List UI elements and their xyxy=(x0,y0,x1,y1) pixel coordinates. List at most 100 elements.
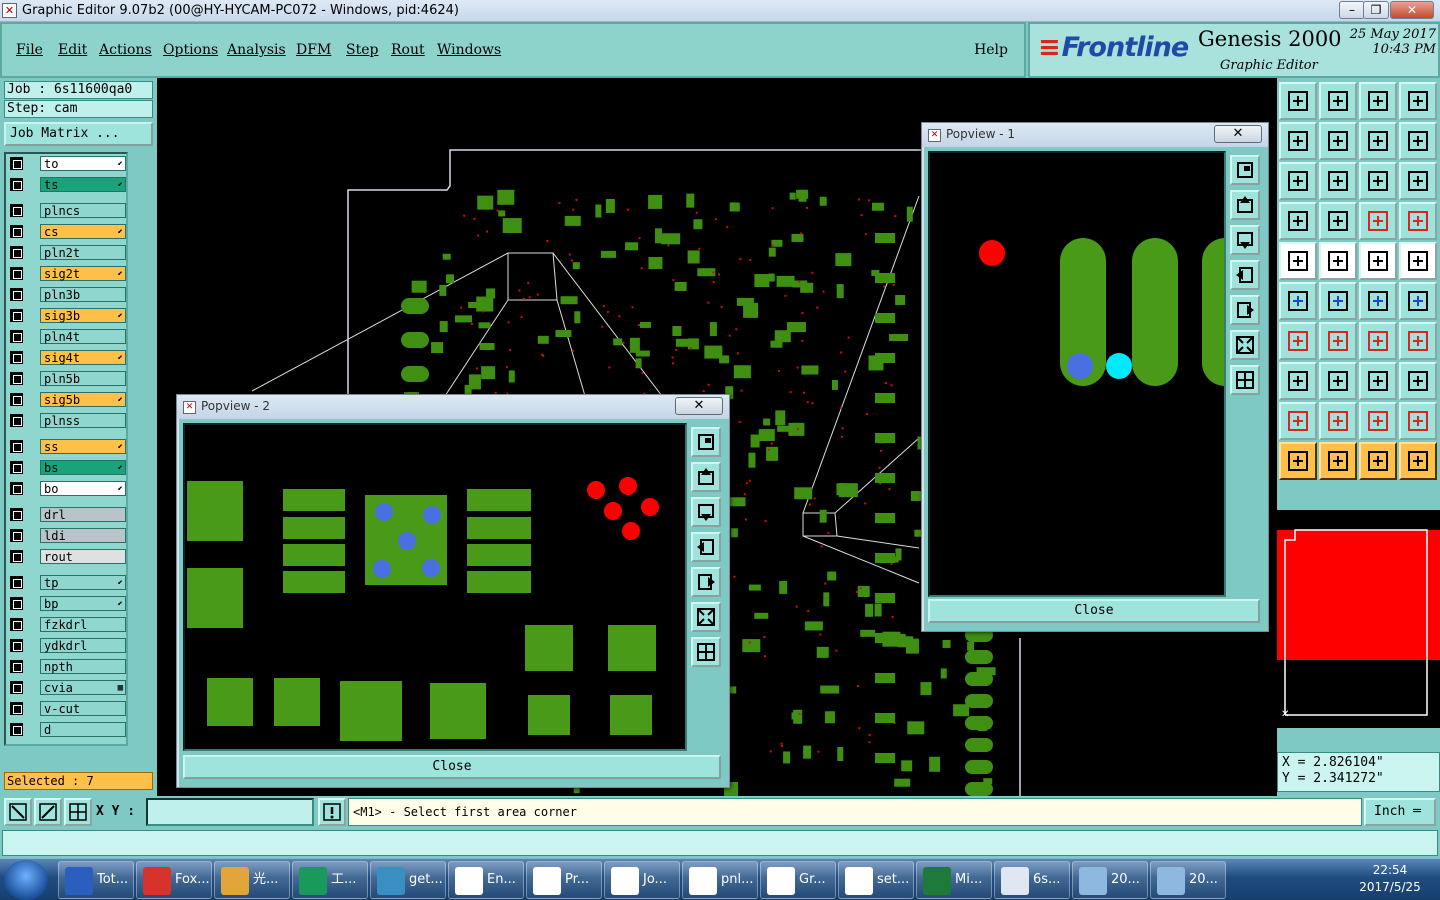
layer-name[interactable]: npth xyxy=(40,659,126,674)
angle-icon[interactable] xyxy=(1279,322,1317,360)
layer-checkbox[interactable] xyxy=(10,330,23,343)
layer-checkbox[interactable] xyxy=(10,225,23,238)
layer-name[interactable]: to ⬋ xyxy=(40,156,126,171)
layer-checkbox[interactable] xyxy=(10,204,23,217)
pv-pan-down-button[interactable] xyxy=(691,497,721,527)
house-icon[interactable] xyxy=(1359,82,1397,120)
layers-red-icon[interactable] xyxy=(1359,202,1397,240)
layer-row-cs[interactable]: cs ⬋ xyxy=(8,224,126,239)
pv-pan-left-button[interactable] xyxy=(691,532,721,562)
layer-name[interactable]: pln4t xyxy=(40,329,126,344)
grid-view-icon[interactable] xyxy=(1319,202,1357,240)
layer-row-ldi[interactable]: ldi xyxy=(8,528,126,543)
taskbar-item[interactable]: 20... xyxy=(1150,861,1226,899)
minimize-button[interactable]: – xyxy=(1339,1,1365,19)
node-icon[interactable] xyxy=(1279,282,1317,320)
layer-checkbox[interactable] xyxy=(10,550,23,563)
arc-a-icon[interactable] xyxy=(1319,402,1357,440)
taskbar-item[interactable]: Jo... xyxy=(604,861,680,899)
pv-zoom-out-button[interactable] xyxy=(691,602,721,632)
layer-name[interactable]: cs ⬋ xyxy=(40,224,126,239)
pv-zoom-window-button[interactable] xyxy=(1230,155,1260,185)
pv-pan-up-button[interactable] xyxy=(691,462,721,492)
layer-checkbox[interactable] xyxy=(10,309,23,322)
layer-name[interactable]: rout xyxy=(40,549,126,564)
layer-name[interactable]: bp ⬋ xyxy=(40,596,126,611)
menu-rout[interactable]: Rout xyxy=(391,42,425,58)
triangle-icon[interactable] xyxy=(1279,402,1317,440)
layer-row-ydkdrl[interactable]: ydkdrl xyxy=(8,638,126,653)
layer-row-sig4t[interactable]: sig4t ⬋ xyxy=(8,350,126,365)
layer-name[interactable]: sig3b ⬋ xyxy=(40,308,126,323)
layer-name[interactable]: sig4t ⬋ xyxy=(40,350,126,365)
layer-row-bp[interactable]: bp ⬋ xyxy=(8,596,126,611)
layer-row-bs[interactable]: bs ⬋ xyxy=(8,460,126,475)
layer-row-drl[interactable]: drl xyxy=(8,507,126,522)
layer-row-pln3b[interactable]: pln3b xyxy=(8,287,126,302)
pv-pan-right-button[interactable] xyxy=(691,567,721,597)
layer-checkbox[interactable] xyxy=(10,681,23,694)
help-icon[interactable] xyxy=(1399,162,1437,200)
taskbar-item[interactable]: Fox... xyxy=(136,861,212,899)
shapes-icon[interactable] xyxy=(1399,362,1437,400)
pad-icon[interactable] xyxy=(1279,362,1317,400)
layer-name[interactable]: pln5b xyxy=(40,371,126,386)
taskbar-item[interactable]: get... xyxy=(370,861,446,899)
measure-icon[interactable] xyxy=(34,798,62,826)
layer-checkbox[interactable] xyxy=(10,723,23,736)
layer-row-rout[interactable]: rout xyxy=(8,549,126,564)
taskbar-item[interactable]: pnl... xyxy=(682,861,758,899)
taskbar-item[interactable]: Tot... xyxy=(58,861,134,899)
swap-icon[interactable] xyxy=(1359,122,1397,160)
measure-icon[interactable] xyxy=(1359,362,1397,400)
popview-2-close-x[interactable]: ✕ xyxy=(675,397,723,415)
cursor-circle-icon[interactable] xyxy=(1359,442,1397,480)
layer-checkbox[interactable] xyxy=(10,393,23,406)
layer-row-ss[interactable]: ss ⬋ xyxy=(8,439,126,454)
pan-left-icon[interactable] xyxy=(1279,122,1317,160)
network-icon[interactable] xyxy=(1399,442,1437,480)
layer-row-sig5b[interactable]: sig5b ⬋ xyxy=(8,392,126,407)
snake-icon[interactable] xyxy=(1399,122,1437,160)
clock[interactable]: 22:54 2017/5/25 xyxy=(1350,862,1430,896)
layer-row-tp[interactable]: tp ⬋ xyxy=(8,575,126,590)
layer-name[interactable]: ydkdrl xyxy=(40,638,126,653)
pan-right-icon[interactable] xyxy=(1319,122,1357,160)
pv-pan-left-button[interactable] xyxy=(1230,260,1260,290)
layer-row-pln4t[interactable]: pln4t xyxy=(8,329,126,344)
line-icon[interactable] xyxy=(1319,322,1357,360)
taskbar-item[interactable]: 工... xyxy=(292,861,368,899)
taskbar-item[interactable]: Gr... xyxy=(760,861,836,899)
menu-dfm[interactable]: DFM xyxy=(296,42,331,58)
pv-zoom-out-button[interactable] xyxy=(1230,330,1260,360)
rotate-icon[interactable] xyxy=(1359,322,1397,360)
pv-zoom-window-button[interactable] xyxy=(691,427,721,457)
settings-icon[interactable] xyxy=(1279,202,1317,240)
menu-analysis[interactable]: Analysis xyxy=(227,42,286,58)
start-button[interactable] xyxy=(4,860,48,900)
home-icon[interactable] xyxy=(1279,82,1317,120)
ruler-icon[interactable] xyxy=(1359,242,1397,280)
popview-2-view[interactable] xyxy=(183,423,687,751)
move-point-icon[interactable] xyxy=(1359,282,1397,320)
layer-name[interactable]: d xyxy=(40,722,126,737)
overview-map[interactable]: ✕ xyxy=(1277,510,1440,728)
layer-checkbox[interactable] xyxy=(10,267,23,280)
pv-pan-up-button[interactable] xyxy=(1230,190,1260,220)
layer-name[interactable]: ldi xyxy=(40,528,126,543)
layer-name[interactable]: sig5b ⬋ xyxy=(40,392,126,407)
layer-name[interactable]: ts ⬋ xyxy=(40,177,126,192)
popview-1-close-x[interactable]: ✕ xyxy=(1214,125,1262,143)
taskbar-item[interactable]: 6s... xyxy=(994,861,1070,899)
layer-row-ts[interactable]: ts ⬋ xyxy=(8,177,126,192)
layer-checkbox[interactable] xyxy=(10,639,23,652)
layer-checkbox[interactable] xyxy=(10,597,23,610)
layer-checkbox[interactable] xyxy=(10,702,23,715)
zoom-fit-icon[interactable] xyxy=(1279,162,1317,200)
menu-edit[interactable]: Edit xyxy=(58,42,87,58)
arc-b-icon[interactable] xyxy=(1359,402,1397,440)
layer-name[interactable]: v-cut xyxy=(40,701,126,716)
taskbar-item[interactable]: Mi... xyxy=(916,861,992,899)
popview-1-view[interactable] xyxy=(928,151,1226,597)
layer-row-to[interactable]: to ⬋ xyxy=(8,156,126,171)
